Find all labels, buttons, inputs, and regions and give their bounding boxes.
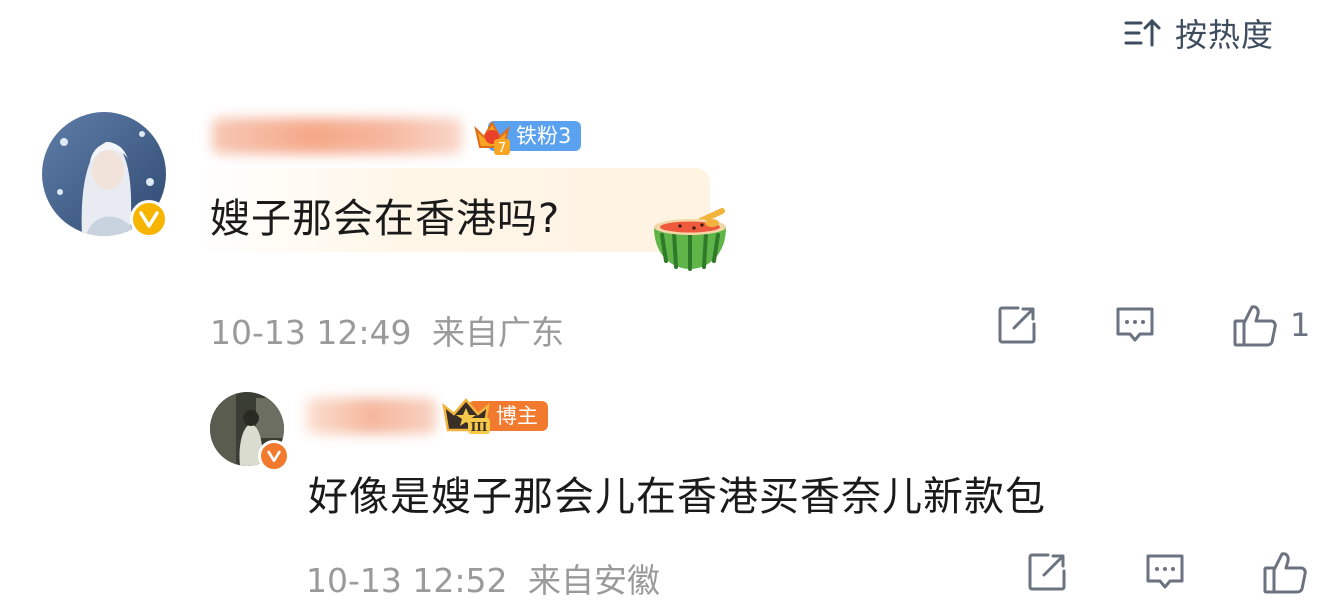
username-redacted[interactable] bbox=[306, 398, 436, 434]
svg-text:III: III bbox=[471, 420, 488, 434]
author-crown-icon: III bbox=[442, 398, 490, 434]
sort-label: 按热度 bbox=[1174, 16, 1274, 54]
blogger-badge[interactable]: III 博主 bbox=[440, 398, 548, 434]
share-icon[interactable] bbox=[996, 304, 1038, 346]
comment-time: 10-13 12:49 bbox=[210, 313, 412, 352]
fan-badge[interactable]: 7 铁粉3 bbox=[472, 118, 582, 155]
username-redacted[interactable] bbox=[212, 118, 462, 154]
svg-text:7: 7 bbox=[498, 141, 506, 155]
verified-badge-icon bbox=[130, 200, 168, 238]
comment-location: 来自广东 bbox=[431, 313, 564, 352]
share-icon[interactable] bbox=[1026, 551, 1068, 593]
watermelon-sticker-icon bbox=[654, 208, 726, 271]
reply-icon[interactable] bbox=[1144, 551, 1186, 593]
comment-location: 来自安徽 bbox=[527, 561, 660, 600]
verified-badge-icon bbox=[258, 440, 290, 472]
crown-icon: 7 bbox=[474, 120, 510, 155]
sort-icon bbox=[1124, 18, 1161, 47]
like-count: 1 bbox=[1290, 306, 1311, 344]
comment-meta: 10-13 12:52 来自安徽 bbox=[306, 554, 660, 602]
comment-actions: 1 bbox=[996, 302, 1310, 348]
comment-meta: 10-13 12:49 来自广东 bbox=[210, 306, 564, 354]
comment-time: 10-13 12:52 bbox=[306, 561, 508, 600]
comment-actions bbox=[1026, 549, 1320, 595]
reply-icon[interactable] bbox=[1114, 304, 1156, 346]
like-icon[interactable] bbox=[1262, 549, 1308, 595]
like-icon[interactable] bbox=[1232, 302, 1278, 348]
comment-text: 嫂子那会在香港吗? bbox=[210, 196, 561, 242]
comment-text: 好像是嫂子那会儿在香港买香奈儿新款包 bbox=[308, 474, 1046, 520]
sort-by-hot-button[interactable]: 按热度 bbox=[1123, 10, 1274, 56]
